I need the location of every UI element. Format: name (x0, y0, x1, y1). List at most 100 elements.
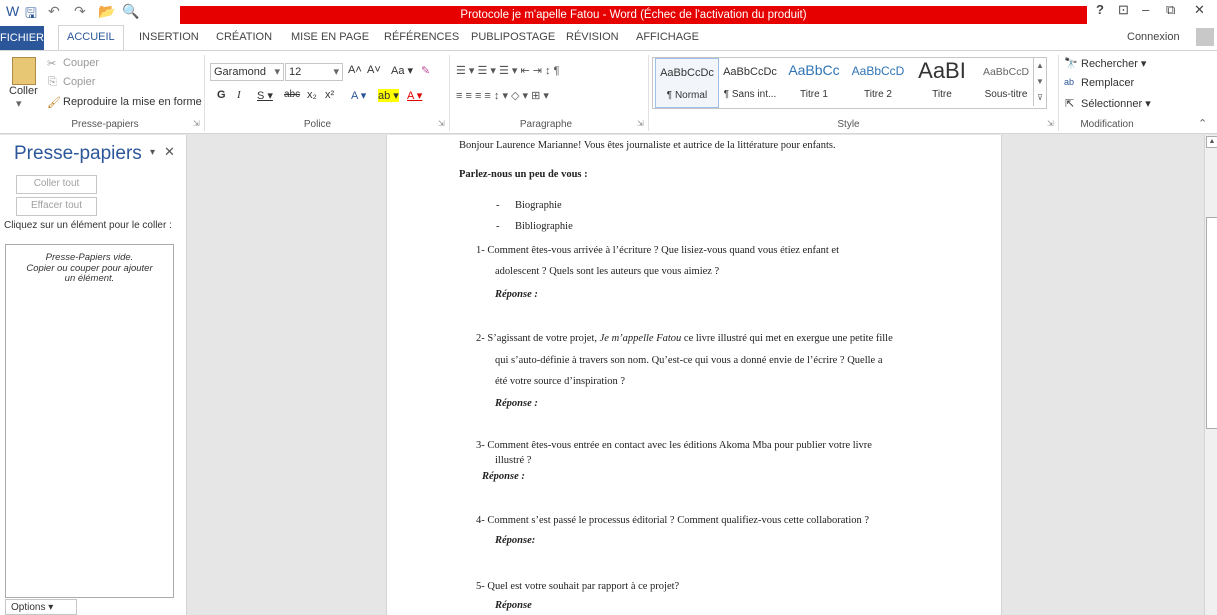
word-app-icon: W (6, 3, 20, 19)
minimize-button[interactable]: – (1142, 2, 1149, 17)
paragraph-launcher-icon[interactable]: ⇲ (637, 119, 644, 128)
print-preview-icon[interactable]: 🔍 (122, 3, 139, 20)
paste-icon[interactable] (12, 57, 36, 85)
highlight-button[interactable]: ab ▾ (378, 89, 399, 102)
format-painter-button[interactable]: Reproduire la mise en forme (63, 96, 202, 108)
restore-button[interactable]: ⧉ (1166, 2, 1175, 18)
select-button[interactable]: Sélectionner ▾ (1081, 97, 1151, 110)
tab-insertion[interactable]: INSERTION (139, 31, 199, 43)
font-size-combo[interactable]: 12 ▾ (285, 63, 343, 81)
replace-icon[interactable]: ab (1064, 77, 1074, 87)
empty-line: un élément. (64, 273, 115, 284)
font-group-label: Police (303, 119, 332, 130)
help-button[interactable]: ? (1096, 2, 1104, 17)
superscript-button[interactable]: x² (325, 89, 334, 101)
question-2-line2: qui s’auto-définie à travers son nom. Qu… (495, 355, 883, 366)
text-effects-button[interactable]: A ▾ (351, 89, 366, 102)
style-titre-2[interactable]: AaBbCcD Titre 2 (847, 58, 909, 106)
style-name: Titre (932, 89, 952, 100)
grow-font-button[interactable]: A˄ (348, 64, 362, 76)
redo-icon[interactable]: ↷ (74, 3, 86, 20)
answer-2-label: Réponse : (495, 398, 538, 409)
sign-in-link[interactable]: Connexion (1127, 31, 1180, 43)
style-titre[interactable]: AaBI Titre (911, 58, 973, 106)
style-name: ¶ Normal (666, 90, 708, 101)
style-launcher-icon[interactable]: ⇲ (1047, 119, 1054, 128)
tab-fichier[interactable]: FICHIER (0, 26, 44, 50)
font-name-combo[interactable]: Garamond ▾ (210, 63, 284, 81)
change-case-button[interactable]: Aa ▾ (391, 64, 413, 77)
clipboard-list[interactable]: Presse-Papiers vide. Copier ou couper po… (5, 244, 174, 598)
paragraph-group-label: Paragraphe (519, 119, 573, 130)
open-folder-icon[interactable]: 📂 (98, 3, 115, 20)
styles-gallery[interactable]: AaBbCcDc ¶ Normal AaBbCcDc ¶ Sans int...… (652, 57, 1047, 109)
heading-paragraph: Parlez-nous un peu de vous : (459, 169, 588, 180)
answer-3-label: Réponse : (482, 471, 525, 482)
answer-1-label: Réponse : (495, 289, 538, 300)
replace-button[interactable]: Remplacer (1081, 77, 1134, 89)
tab-revision[interactable]: RÉVISION (566, 31, 619, 43)
style-titre-1[interactable]: AaBbCc Titre 1 (783, 58, 845, 106)
find-button[interactable]: Rechercher ▾ (1081, 57, 1146, 70)
list-buttons-row[interactable]: ☰ ▾ ☰ ▾ ☰ ▾ ⇤ ⇥ ↕ ¶ (456, 64, 560, 77)
gallery-scroll[interactable]: ▲ ▼ ⊽ (1033, 58, 1046, 106)
format-painter-icon[interactable]: 🖌 (47, 96, 61, 109)
clipboard-launcher-icon[interactable]: ⇲ (193, 119, 200, 128)
pane-options-button[interactable]: Options ▾ (5, 599, 77, 615)
q2-text: 2- S’agissant de votre projet, (476, 333, 600, 344)
q2-text: ce livre illustré qui met en exergue une… (681, 333, 893, 344)
undo-icon[interactable]: ↶ (48, 3, 60, 20)
clipboard-pane: Presse-papiers ▾ ✕ Coller tout Effacer t… (0, 135, 187, 615)
style-sans-interligne[interactable]: AaBbCcDc ¶ Sans int... (719, 58, 781, 106)
select-icon[interactable]: ⇱ (1065, 97, 1074, 110)
bullet-dash: - (496, 221, 500, 232)
copy-button[interactable]: Copier (63, 76, 95, 88)
paste-button[interactable]: Coller (9, 85, 38, 97)
scroll-thumb[interactable] (1206, 217, 1217, 429)
paste-all-button[interactable]: Coller tout (16, 175, 97, 194)
underline-button[interactable]: S ▾ (257, 89, 273, 102)
tab-creation[interactable]: CRÉATION (216, 31, 272, 43)
save-icon[interactable]: 🖫 (25, 3, 37, 27)
tab-publipostage[interactable]: PUBLIPOSTAGE (471, 31, 555, 43)
pane-close-icon[interactable]: ✕ (164, 144, 175, 160)
italic-button[interactable]: I (237, 89, 241, 101)
empty-line: Presse-Papiers vide. (45, 252, 134, 263)
clear-formatting-button[interactable]: ✎ (421, 64, 430, 77)
bullet-biographie: Biographie (515, 200, 562, 211)
ribbon-display-button[interactable]: ⊡ (1118, 2, 1129, 18)
style-preview: AaBbCcDc (660, 67, 714, 79)
copy-icon[interactable]: ⎘ (48, 76, 57, 89)
style-sous-titre[interactable]: AaBbCcD Sous-titre (975, 58, 1037, 106)
vertical-scrollbar[interactable]: ▲ (1204, 135, 1217, 615)
document-page[interactable]: Bonjour Laurence Marianne! Vous êtes jou… (386, 135, 1002, 615)
font-launcher-icon[interactable]: ⇲ (438, 119, 445, 128)
question-3-line1: 3- Comment êtes-vous entrée en contact a… (476, 440, 872, 451)
pane-title: Presse-papiers (14, 143, 142, 164)
style-name: ¶ Sans int... (723, 89, 777, 100)
cut-button[interactable]: Couper (63, 57, 99, 69)
ribbon-tabs: FICHIER ACCUEIL INSERTION CRÉATION MISE … (0, 25, 1217, 56)
scroll-up-arrow-icon[interactable]: ▲ (1206, 136, 1217, 148)
question-2-line1: 2- S’agissant de votre projet, Je m’appe… (476, 333, 893, 344)
collapse-ribbon-icon[interactable]: ⌃ (1198, 117, 1207, 130)
shrink-font-button[interactable]: A˅ (367, 64, 381, 76)
strikethrough-button[interactable]: abc (284, 89, 300, 100)
avatar-icon[interactable] (1196, 28, 1214, 46)
find-icon[interactable]: 🔭 (1064, 57, 1078, 70)
tab-mise-en-page[interactable]: MISE EN PAGE (291, 31, 369, 43)
tab-affichage[interactable]: AFFICHAGE (636, 31, 699, 43)
subscript-button[interactable]: x₂ (307, 89, 317, 101)
bold-button[interactable]: G (217, 89, 226, 101)
pane-options-chevron-icon[interactable]: ▾ (150, 147, 155, 158)
cut-icon[interactable]: ✂ (47, 57, 56, 70)
style-normal[interactable]: AaBbCcDc ¶ Normal (655, 58, 719, 108)
style-preview: AaBbCcDc (723, 66, 777, 78)
font-color-button[interactable]: A ▾ (407, 89, 422, 102)
paste-dropdown-icon[interactable]: ▾ (16, 97, 22, 110)
tab-references[interactable]: RÉFÉRENCES (384, 31, 459, 43)
clear-all-button[interactable]: Effacer tout (16, 197, 97, 216)
close-button[interactable]: ✕ (1194, 2, 1205, 18)
alignment-buttons-row[interactable]: ≡ ≡ ≡ ≡ ↕ ▾ ◇ ▾ ⊞ ▾ (456, 89, 549, 102)
style-preview: AaBI (918, 58, 966, 83)
